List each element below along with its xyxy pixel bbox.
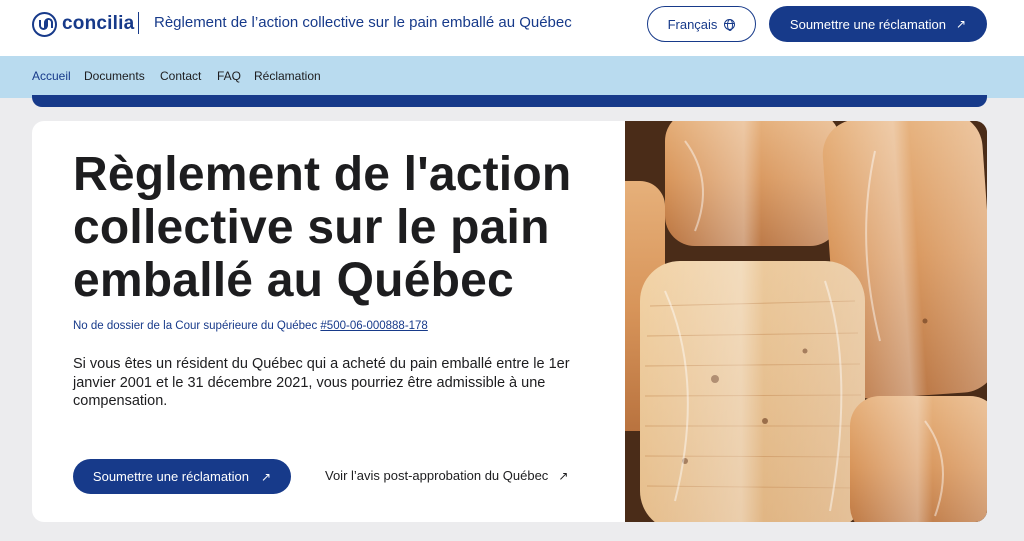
post-approval-notice-label: Voir l’avis post-approbation du Québec xyxy=(325,468,549,483)
nav-item-accueil[interactable]: Accueil xyxy=(32,69,71,83)
packaged-bread-image xyxy=(585,121,987,522)
arrow-up-right-icon: ↗ xyxy=(558,468,569,483)
post-approval-notice-link[interactable]: Voir l’avis post-approbation du Québec ↗ xyxy=(325,468,568,483)
logo-text: concilia xyxy=(62,13,135,34)
hero-description: Si vous êtes un résident du Québec qui a… xyxy=(73,356,570,409)
concilia-logo-icon xyxy=(32,11,57,37)
submit-claim-header-button[interactable]: Soumettre une réclamation ↗ xyxy=(769,6,987,42)
nav-item-contact[interactable]: Contact xyxy=(160,69,201,83)
nav-item-faq[interactable]: FAQ xyxy=(217,69,241,83)
language-label: Français xyxy=(667,16,718,32)
site-header: concilia Règlement de l’action collectiv… xyxy=(0,0,1024,56)
submit-claim-button[interactable]: Soumettre une réclamation ↗ xyxy=(73,459,291,494)
arrow-up-right-icon: ↗ xyxy=(956,17,967,31)
packaged-bread-illustration xyxy=(585,121,987,522)
language-button[interactable]: Français xyxy=(647,6,756,42)
submit-claim-header-label: Soumettre une réclamation xyxy=(789,16,947,32)
arrow-up-right-icon: ↗ xyxy=(261,469,272,484)
hero-card: Règlement de l'action collective sur le … xyxy=(32,121,987,522)
hero-title: Règlement de l'action collective sur le … xyxy=(73,148,572,307)
globe-icon xyxy=(724,18,736,31)
case-number-link[interactable]: #500-06-000888-178 xyxy=(320,320,427,332)
nav-item-documents[interactable]: Documents xyxy=(84,69,145,83)
nav-item-reclamation[interactable]: Réclamation xyxy=(254,69,321,83)
case-number-line: No de dossier de la Cour supérieure du Q… xyxy=(73,320,428,332)
blue-banner-strip xyxy=(32,95,987,107)
site-title: Règlement de l’action collective sur le … xyxy=(154,14,572,31)
concilia-logo[interactable]: concilia xyxy=(32,11,134,37)
main-nav: Accueil Documents Contact FAQ Réclamatio… xyxy=(0,56,1024,98)
submit-claim-label: Soumettre une réclamation xyxy=(92,469,250,484)
header-divider xyxy=(138,12,139,34)
case-number-prefix: No de dossier de la Cour supérieure du Q… xyxy=(73,320,318,332)
